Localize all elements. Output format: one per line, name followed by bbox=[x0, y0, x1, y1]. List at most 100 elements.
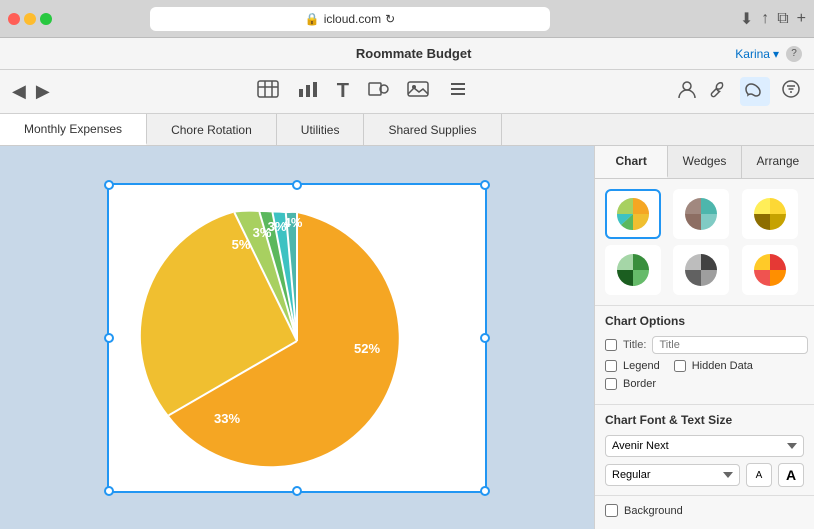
background-row: Background bbox=[605, 504, 804, 517]
legend-row: Legend Hidden Data bbox=[605, 360, 804, 372]
handle-top-mid[interactable] bbox=[292, 180, 302, 190]
back-button[interactable]: ◀ bbox=[12, 81, 26, 102]
background-checkbox[interactable] bbox=[605, 504, 618, 517]
paint-icon[interactable] bbox=[740, 77, 770, 106]
font-family-select[interactable]: Avenir Next Helvetica Arial Times New Ro… bbox=[605, 435, 804, 457]
forward-button[interactable]: ▶ bbox=[36, 81, 50, 102]
app-title: Roommate Budget bbox=[92, 46, 735, 61]
font-section: Chart Font & Text Size Avenir Next Helve… bbox=[595, 404, 814, 495]
chart-style-6[interactable] bbox=[742, 245, 798, 295]
tab-monthly-expenses[interactable]: Monthly Expenses bbox=[0, 114, 147, 145]
toolbar-nav: ◀ ▶ bbox=[12, 81, 50, 102]
user-icon[interactable] bbox=[676, 79, 698, 104]
handle-mid-left[interactable] bbox=[104, 333, 114, 343]
shape-icon[interactable] bbox=[367, 80, 389, 103]
right-panel: Chart Wedges Arrange bbox=[594, 146, 814, 529]
handle-bot-mid[interactable] bbox=[292, 486, 302, 496]
font-section-title: Chart Font & Text Size bbox=[605, 413, 804, 427]
chart-container[interactable]: 52% 33% 5% 3% 3% 4% bbox=[107, 183, 487, 493]
pie-chart: 52% 33% 5% 3% 3% 4% bbox=[137, 193, 457, 483]
svg-text:5%: 5% bbox=[232, 237, 251, 252]
reload-icon[interactable]: ↻ bbox=[385, 12, 395, 26]
browser-actions: ⬇ ↑ ⧉ + bbox=[740, 9, 806, 29]
chart-options-title: Chart Options bbox=[605, 314, 804, 328]
font-size-row: Regular Bold Italic A A bbox=[605, 463, 804, 487]
window-controls[interactable] bbox=[8, 13, 52, 25]
large-a-text: A bbox=[786, 467, 796, 483]
new-tab-icon[interactable]: + bbox=[797, 10, 806, 28]
hidden-data-checkbox[interactable] bbox=[674, 360, 686, 372]
url-text: icloud.com bbox=[324, 12, 381, 26]
font-weight-select[interactable]: Regular Bold Italic bbox=[605, 464, 740, 486]
panel-tab-wedges[interactable]: Wedges bbox=[668, 146, 741, 178]
filter-icon[interactable] bbox=[780, 79, 802, 104]
toolbar: ◀ ▶ T bbox=[0, 70, 814, 114]
svg-text:52%: 52% bbox=[354, 341, 380, 356]
share-icon[interactable]: ↑ bbox=[761, 10, 769, 28]
tabs-icon[interactable]: ⧉ bbox=[777, 10, 788, 28]
chart-style-2[interactable] bbox=[673, 189, 729, 239]
user-chevron-icon: ▾ bbox=[773, 47, 779, 61]
panel-tab-arrange[interactable]: Arrange bbox=[742, 146, 814, 178]
tab-label: Shared Supplies bbox=[388, 123, 476, 137]
legend-label: Legend bbox=[623, 360, 660, 372]
svg-text:4%: 4% bbox=[284, 215, 303, 230]
chart-style-3[interactable] bbox=[742, 189, 798, 239]
maximize-button[interactable] bbox=[40, 13, 52, 25]
user-name-text: Karina bbox=[735, 47, 770, 61]
tab-utilities[interactable]: Utilities bbox=[277, 114, 365, 145]
chart-style-5[interactable] bbox=[673, 245, 729, 295]
panel-tab-arrange-label: Arrange bbox=[756, 154, 799, 168]
sheet-tabs: Monthly Expenses Chore Rotation Utilitie… bbox=[0, 114, 814, 146]
chart-icon[interactable] bbox=[297, 80, 319, 103]
handle-top-left[interactable] bbox=[104, 180, 114, 190]
chart-styles-grid bbox=[595, 179, 814, 305]
tab-label: Chore Rotation bbox=[171, 123, 252, 137]
border-label: Border bbox=[623, 378, 656, 390]
handle-bot-left[interactable] bbox=[104, 486, 114, 496]
background-label: Background bbox=[624, 505, 683, 517]
toolbar-right bbox=[676, 77, 802, 106]
table-icon[interactable] bbox=[257, 80, 279, 103]
border-row: Border bbox=[605, 378, 804, 390]
tab-label: Utilities bbox=[301, 123, 340, 137]
panel-tab-wedges-label: Wedges bbox=[683, 154, 727, 168]
panel-tab-chart-label: Chart bbox=[615, 154, 646, 168]
svg-text:33%: 33% bbox=[214, 411, 240, 426]
main-area: 52% 33% 5% 3% 3% 4% Chart Wedges bbox=[0, 146, 814, 529]
browser-bar: 🔒 icloud.com ↻ ⬇ ↑ ⧉ + bbox=[0, 0, 814, 38]
handle-mid-right[interactable] bbox=[480, 333, 490, 343]
legend-checkbox[interactable] bbox=[605, 360, 617, 372]
title-checkbox[interactable] bbox=[605, 339, 617, 351]
tab-shared-supplies[interactable]: Shared Supplies bbox=[364, 114, 501, 145]
handle-top-right[interactable] bbox=[480, 180, 490, 190]
lock-icon: 🔒 bbox=[305, 12, 320, 26]
image-icon[interactable] bbox=[407, 80, 429, 103]
minimize-button[interactable] bbox=[24, 13, 36, 25]
user-menu[interactable]: Karina ▾ ? bbox=[735, 46, 802, 62]
chart-style-4[interactable] bbox=[605, 245, 661, 295]
toolbar-tools: T bbox=[66, 80, 660, 103]
tab-label: Monthly Expenses bbox=[24, 122, 122, 136]
title-option-row: Title: bbox=[605, 336, 804, 354]
download-icon[interactable]: ⬇ bbox=[740, 9, 753, 29]
address-bar[interactable]: 🔒 icloud.com ↻ bbox=[150, 7, 550, 31]
chart-style-1[interactable] bbox=[605, 189, 661, 239]
chart-options-section: Chart Options Title: Legend Hidden Data … bbox=[595, 305, 814, 404]
list-icon[interactable] bbox=[447, 80, 469, 103]
close-button[interactable] bbox=[8, 13, 20, 25]
tab-chore-rotation[interactable]: Chore Rotation bbox=[147, 114, 277, 145]
canvas-area[interactable]: 52% 33% 5% 3% 3% 4% bbox=[0, 146, 594, 529]
help-icon[interactable]: ? bbox=[786, 46, 802, 62]
font-increase-button[interactable]: A bbox=[778, 463, 804, 487]
wrench-icon[interactable] bbox=[708, 79, 730, 104]
handle-bot-right[interactable] bbox=[480, 486, 490, 496]
font-decrease-button[interactable]: A bbox=[746, 463, 772, 487]
text-icon[interactable]: T bbox=[337, 80, 349, 103]
app-title-bar: Roommate Budget Karina ▾ ? bbox=[0, 38, 814, 70]
title-text-input[interactable] bbox=[652, 336, 808, 354]
title-label: Title: bbox=[623, 339, 646, 351]
hidden-data-label: Hidden Data bbox=[692, 360, 753, 372]
panel-tab-chart[interactable]: Chart bbox=[595, 146, 668, 178]
border-checkbox[interactable] bbox=[605, 378, 617, 390]
